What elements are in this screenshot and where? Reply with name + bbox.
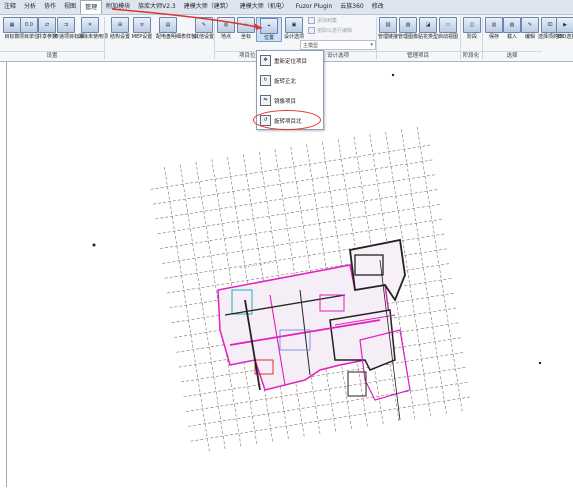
rotate-north-icon: ↻	[260, 75, 271, 86]
menu-item-mirror-project[interactable]: ⇋ 镜像项目	[260, 95, 296, 106]
menu-item-rotate-true-north[interactable]: ↻ 旋转正北	[260, 75, 296, 86]
menu-item-relocate-project[interactable]: ✥ 重新定位项目	[260, 55, 307, 66]
mirror-icon: ⇋	[260, 95, 271, 106]
highlight-ellipse	[253, 110, 321, 130]
relocate-icon: ✥	[260, 55, 271, 66]
